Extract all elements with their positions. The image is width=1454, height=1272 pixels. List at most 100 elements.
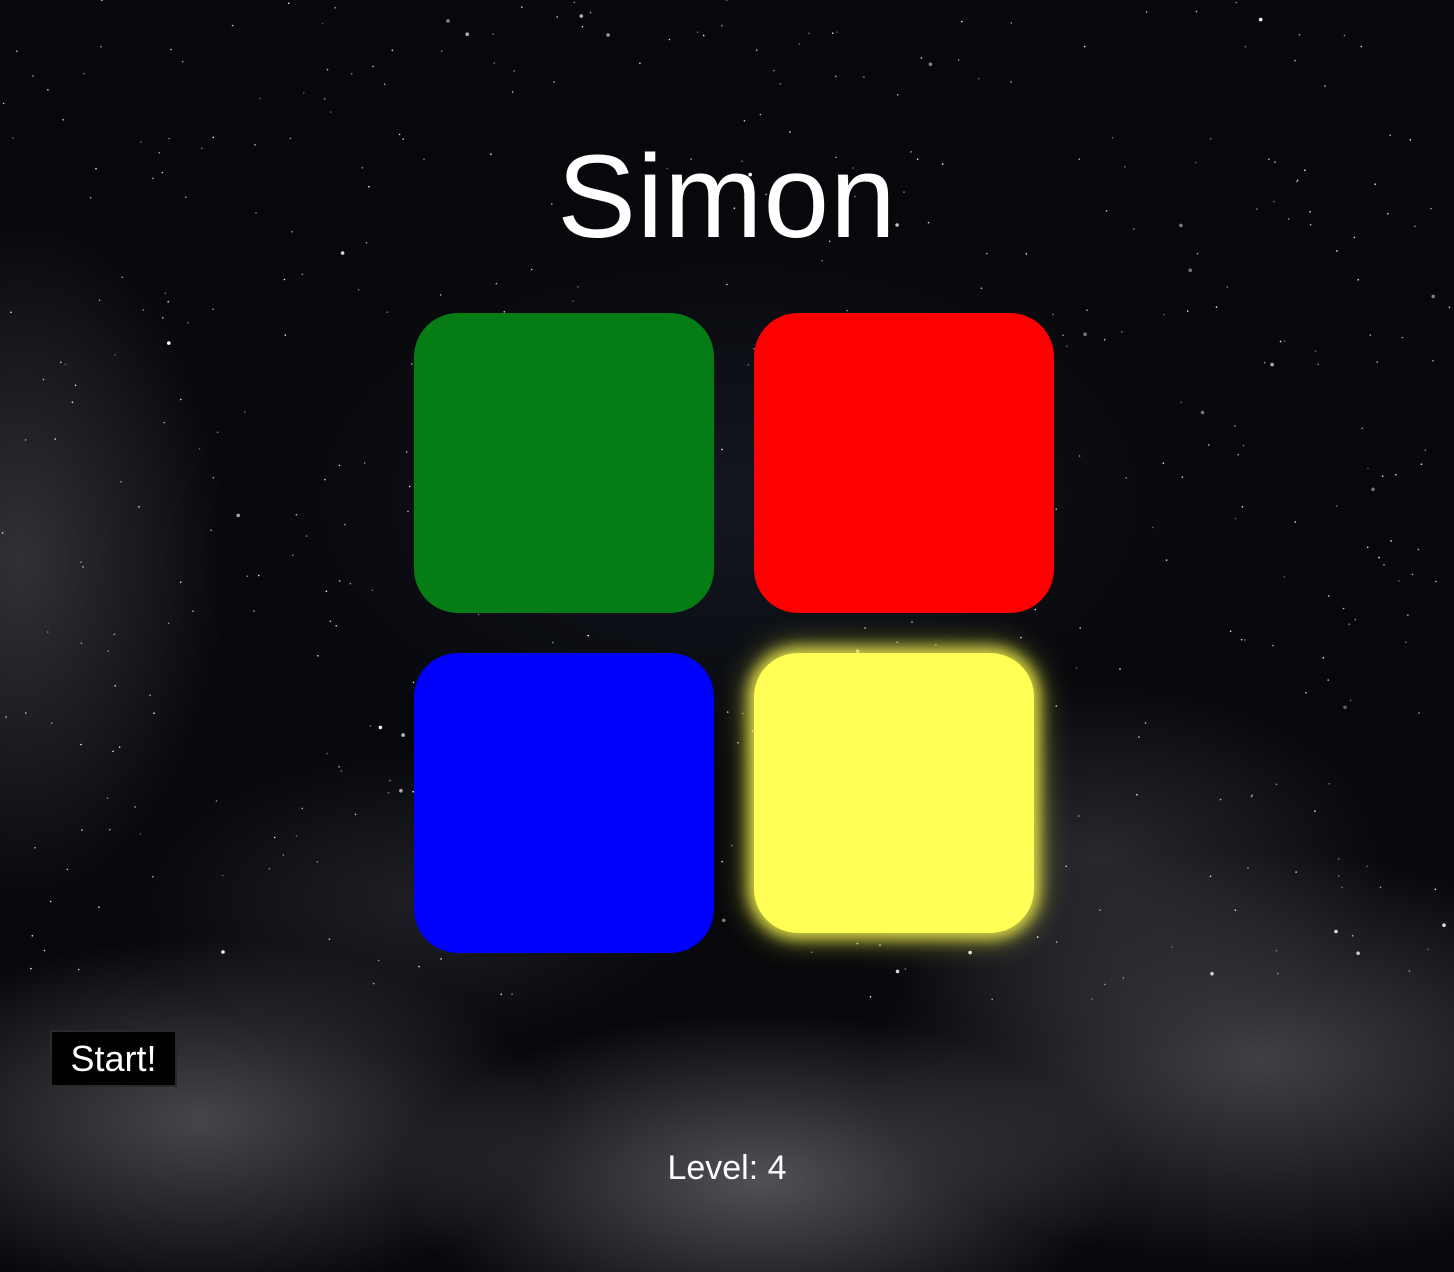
star — [1272, 644, 1274, 647]
star — [114, 685, 116, 687]
star — [303, 92, 305, 94]
star — [1324, 85, 1326, 87]
star — [354, 813, 357, 816]
red-pad[interactable] — [754, 313, 1054, 613]
star — [64, 363, 67, 366]
star — [1086, 309, 1088, 312]
star — [1083, 45, 1086, 48]
star — [363, 462, 366, 464]
star — [1434, 888, 1437, 891]
star — [387, 791, 390, 794]
star — [1401, 336, 1404, 339]
star — [47, 89, 49, 91]
star — [338, 464, 341, 467]
star — [74, 384, 77, 387]
star — [301, 273, 304, 276]
star — [162, 317, 164, 319]
star — [1122, 976, 1125, 979]
star — [81, 829, 83, 831]
star — [257, 574, 260, 577]
star — [295, 835, 298, 837]
green-pad[interactable] — [414, 313, 714, 613]
star — [896, 641, 898, 644]
star — [1360, 45, 1363, 48]
star — [977, 77, 980, 80]
star — [412, 681, 415, 684]
star — [334, 7, 337, 9]
star — [1180, 401, 1182, 404]
star — [1328, 783, 1330, 785]
star — [283, 278, 286, 281]
star — [1357, 279, 1359, 281]
star — [446, 19, 450, 23]
star — [1136, 793, 1138, 796]
star — [1314, 350, 1317, 352]
star — [440, 958, 442, 960]
star — [1424, 449, 1427, 452]
star — [1379, 886, 1382, 889]
star — [439, 294, 442, 296]
star — [832, 32, 834, 34]
star — [268, 867, 271, 870]
star — [113, 633, 116, 636]
star — [759, 113, 762, 116]
star — [1342, 607, 1345, 610]
star — [589, 11, 592, 14]
star — [1209, 875, 1212, 878]
star — [1055, 705, 1058, 707]
star — [721, 24, 723, 27]
star — [1247, 867, 1249, 869]
star — [1263, 361, 1266, 364]
star — [492, 33, 494, 35]
star — [181, 60, 184, 63]
star — [991, 998, 993, 1001]
star — [572, 300, 574, 302]
yellow-pad[interactable] — [754, 653, 1034, 933]
star — [835, 75, 837, 78]
star — [100, 45, 102, 48]
star — [1075, 667, 1078, 669]
star — [66, 868, 69, 871]
star — [316, 861, 319, 863]
star — [1270, 362, 1274, 367]
star — [1226, 286, 1229, 288]
star — [495, 282, 498, 285]
star — [579, 14, 584, 18]
star — [500, 993, 503, 996]
star — [71, 401, 74, 404]
star — [1036, 936, 1039, 938]
star — [180, 398, 182, 401]
star — [1099, 909, 1101, 911]
star — [1418, 712, 1420, 714]
star — [961, 20, 963, 23]
star — [187, 321, 189, 324]
star — [273, 836, 276, 839]
star — [15, 50, 18, 52]
star — [726, 283, 728, 286]
star — [1121, 331, 1123, 333]
star — [292, 554, 294, 557]
star — [1378, 556, 1380, 559]
star — [1234, 517, 1237, 520]
star — [1242, 444, 1245, 447]
star — [49, 900, 52, 903]
star — [378, 725, 383, 730]
star — [856, 942, 859, 945]
star — [164, 292, 167, 295]
star — [1250, 795, 1253, 798]
star — [30, 967, 32, 970]
star — [1442, 923, 1446, 927]
star — [1055, 941, 1058, 943]
star — [511, 91, 514, 93]
star — [305, 535, 308, 537]
blue-pad[interactable] — [414, 653, 714, 953]
star — [1244, 45, 1247, 48]
star — [407, 510, 409, 513]
star — [301, 807, 304, 810]
start-button[interactable]: Start! — [50, 1030, 177, 1087]
star — [112, 750, 114, 753]
star — [751, 730, 754, 732]
star — [47, 631, 49, 633]
star — [1251, 794, 1253, 797]
star — [863, 76, 865, 78]
